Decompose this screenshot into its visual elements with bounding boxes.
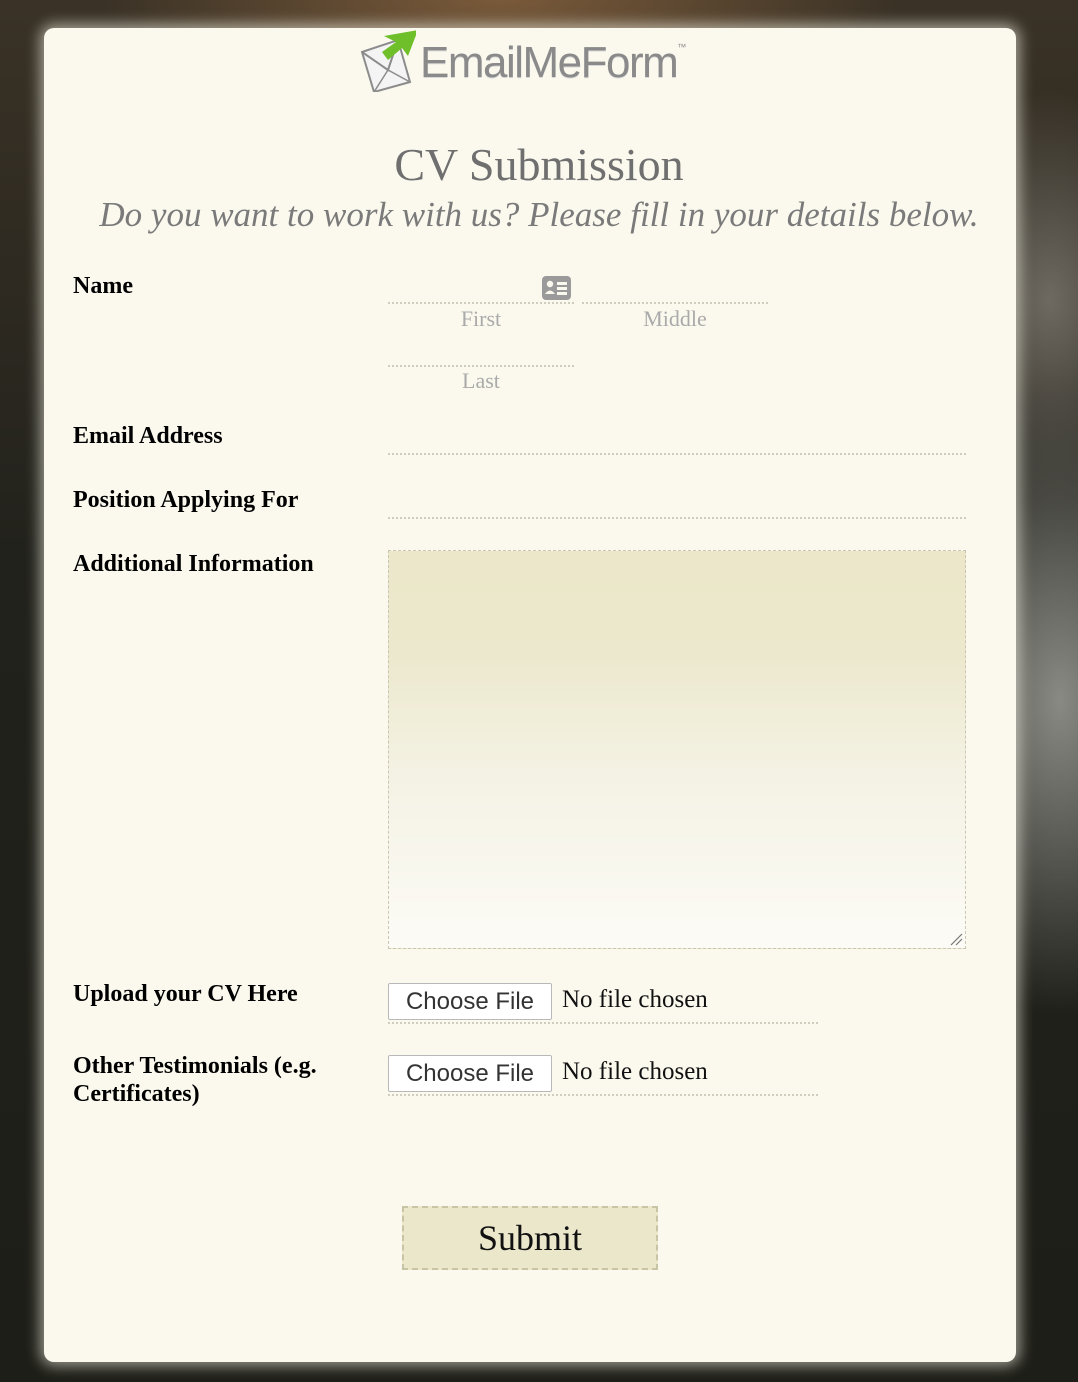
cv-file-status: No file chosen bbox=[562, 986, 708, 1013]
testimonials-choose-file-button[interactable]: Choose File bbox=[388, 1055, 552, 1092]
testimonials-label-line1: Other Testimonials (e.g. bbox=[73, 1053, 317, 1079]
testimonials-file-status: No file chosen bbox=[562, 1058, 708, 1085]
cv-upload-label: Upload your CV Here bbox=[73, 981, 298, 1007]
last-name-sublabel: Last bbox=[462, 368, 500, 393]
last-name-input[interactable] bbox=[388, 330, 574, 367]
additional-info-label: Additional Information bbox=[73, 551, 314, 577]
middle-name-sublabel: Middle bbox=[643, 306, 707, 331]
position-label: Position Applying For bbox=[73, 487, 299, 513]
submit-button[interactable]: Submit bbox=[402, 1206, 658, 1270]
testimonials-label-line2: Certificates) bbox=[73, 1081, 200, 1107]
logo-trademark: ™ bbox=[677, 42, 687, 52]
first-name-sublabel: First bbox=[460, 306, 502, 331]
middle-name-input[interactable] bbox=[582, 266, 768, 304]
envelope-arrow-icon bbox=[360, 30, 416, 92]
resize-grip-icon[interactable] bbox=[949, 932, 963, 946]
form-title: CV Submission bbox=[394, 139, 684, 190]
position-input[interactable] bbox=[388, 480, 966, 519]
testimonials-label: Other Testimonials (e.g. Certificates) bbox=[73, 1052, 317, 1108]
cv-choose-file-button[interactable]: Choose File bbox=[388, 983, 552, 1020]
name-label: Name bbox=[73, 273, 133, 299]
email-input[interactable] bbox=[388, 416, 966, 455]
contact-card-icon bbox=[542, 276, 571, 300]
logo-wordmark: EmailMeForm bbox=[420, 38, 679, 87]
emailmeform-logo: EmailMeForm ™ bbox=[358, 30, 718, 92]
email-label: Email Address bbox=[73, 423, 223, 449]
form-subtitle: Do you want to work with us? Please fill… bbox=[99, 195, 979, 234]
additional-info-textarea[interactable] bbox=[388, 550, 966, 949]
